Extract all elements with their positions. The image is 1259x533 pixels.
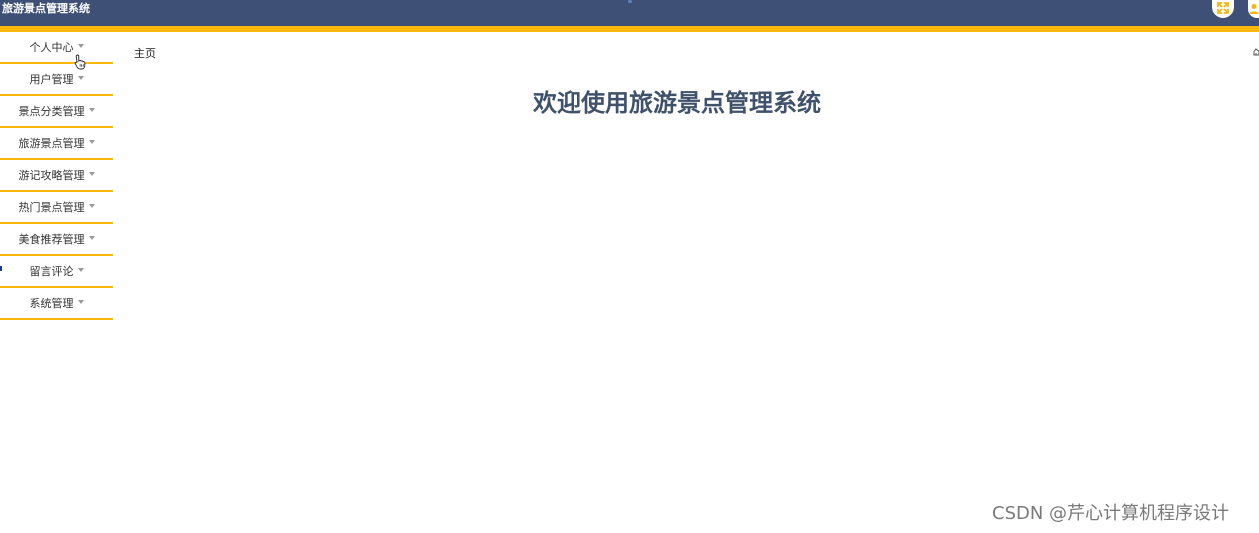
caret-down-icon (88, 236, 95, 240)
user-avatar-icon (1249, 4, 1259, 14)
user-avatar-button[interactable] (1248, 0, 1259, 18)
caret-down-icon (88, 108, 95, 112)
sidebar-item-food-recommendation-management[interactable]: 美食推荐管理 (0, 224, 113, 256)
welcome-title: 欢迎使用旅游景点管理系统 (533, 89, 821, 117)
top-navbar: 旅游景点管理系统 (0, 0, 1259, 26)
fullscreen-button[interactable] (1212, 0, 1234, 18)
sidebar-menu: 个人中心 用户管理 景点分类管理 旅游景点管理 游记攻略管理 热门景点管理 美食… (0, 32, 113, 320)
home-icon[interactable] (1253, 48, 1259, 56)
caret-down-icon (77, 268, 84, 272)
caret-down-icon (77, 76, 84, 80)
caret-down-icon (88, 140, 95, 144)
hand-pointer-cursor-icon (74, 54, 86, 70)
sidebar-item-scenic-category-management[interactable]: 景点分类管理 (0, 96, 113, 128)
sidebar-item-popular-spot-management[interactable]: 热门景点管理 (0, 192, 113, 224)
caret-down-icon (88, 172, 95, 176)
breadcrumb-home[interactable]: 主页 (134, 46, 156, 62)
sidebar-item-label: 游记攻略管理 (18, 169, 85, 182)
caret-down-icon (77, 44, 84, 48)
caret-down-icon (77, 300, 84, 304)
sidebar-item-personal-center[interactable]: 个人中心 (0, 32, 113, 64)
caret-down-icon (88, 204, 95, 208)
app-title: 旅游景点管理系统 (2, 2, 90, 15)
sidebar-item-label: 系统管理 (29, 297, 74, 310)
sidebar-item-label: 用户管理 (29, 73, 74, 86)
watermark: CSDN @芹心计算机程序设计 (992, 503, 1230, 524)
sidebar-item-label: 个人中心 (29, 41, 74, 54)
fullscreen-icon (1217, 2, 1229, 14)
sidebar-item-system-management[interactable]: 系统管理 (0, 288, 113, 320)
sidebar-item-label: 留言评论 (29, 265, 74, 278)
sidebar-item-label: 旅游景点管理 (18, 137, 85, 150)
sidebar-item-label: 热门景点管理 (18, 201, 85, 214)
focus-marker (0, 266, 2, 271)
sidebar-item-comments[interactable]: 留言评论 (0, 256, 113, 288)
top-indicator-dot (628, 0, 632, 3)
topbar-accent-stripe (0, 26, 1259, 32)
sidebar-item-label: 景点分类管理 (18, 105, 85, 118)
sidebar-item-label: 美食推荐管理 (18, 233, 85, 246)
sidebar-item-travel-guide-management[interactable]: 游记攻略管理 (0, 160, 113, 192)
sidebar-item-user-management[interactable]: 用户管理 (0, 64, 113, 96)
sidebar-item-scenic-spot-management[interactable]: 旅游景点管理 (0, 128, 113, 160)
